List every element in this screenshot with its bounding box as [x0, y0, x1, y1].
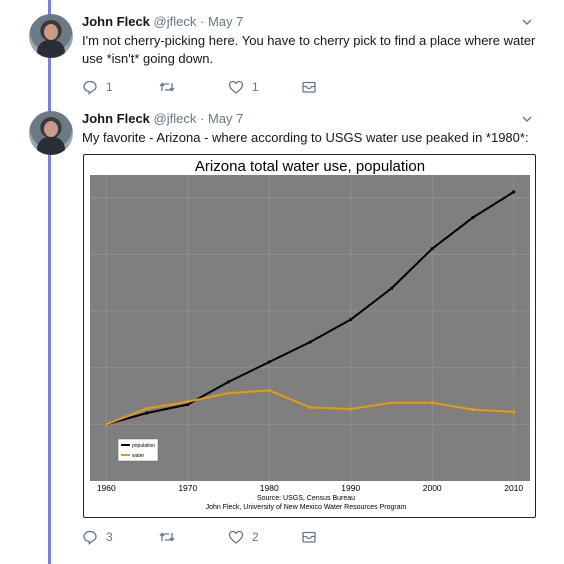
- data-point-population: [349, 317, 353, 322]
- x-tick-label: 1970: [178, 483, 197, 493]
- message-icon: [302, 531, 316, 543]
- tweet-date[interactable]: May 7: [208, 111, 243, 126]
- chart-title: Arizona total water use, population: [195, 158, 425, 175]
- like-count: 1: [252, 80, 259, 94]
- reply-icon: [83, 80, 97, 95]
- chart-image[interactable]: Arizona total water use, population 1960 1…: [83, 154, 536, 518]
- legend-label-population: population: [132, 443, 155, 449]
- x-tick-label: 1990: [341, 483, 360, 493]
- tweet-text: I'm not cherry-picking here. You have to…: [82, 33, 536, 66]
- data-point-water: [104, 422, 108, 426]
- thread-connector-line: [48, 0, 51, 564]
- like-button[interactable]: 1: [228, 78, 259, 96]
- x-tick-label: 1980: [260, 483, 279, 493]
- data-point-population: [145, 411, 149, 415]
- reply-count: 1: [106, 80, 113, 94]
- avatar-body: [37, 137, 65, 155]
- retweet-button[interactable]: [158, 528, 184, 546]
- avatar[interactable]: [29, 111, 73, 155]
- reply-button[interactable]: 3: [82, 528, 113, 546]
- avatar[interactable]: [29, 14, 73, 58]
- x-tick-label: 2000: [423, 483, 442, 493]
- data-point-population: [267, 360, 271, 364]
- message-icon: [302, 81, 316, 93]
- data-point-population: [471, 215, 475, 220]
- tweet-date[interactable]: May 7: [208, 14, 243, 29]
- x-tick-label: 2010: [504, 483, 523, 493]
- like-button[interactable]: 2: [228, 528, 259, 546]
- tweet-actions: 3 2: [82, 528, 382, 546]
- data-point-water: [389, 401, 394, 405]
- author-name[interactable]: John Fleck: [82, 14, 150, 29]
- tweet-header: John Fleck @jfleck · May 7: [82, 111, 243, 127]
- direct-message-button[interactable]: [301, 528, 317, 546]
- legend-label-water: water: [132, 453, 145, 459]
- data-point-population: [186, 402, 190, 407]
- chevron-down-icon[interactable]: [521, 16, 533, 28]
- like-count: 2: [252, 530, 259, 544]
- tweet-header: John Fleck @jfleck · May 7: [82, 14, 243, 30]
- data-point-water: [349, 407, 353, 411]
- tweet-actions: 1 1: [82, 78, 382, 96]
- chevron-down-icon[interactable]: [521, 113, 533, 125]
- direct-message-button[interactable]: [301, 78, 317, 96]
- plot-panel: [90, 175, 530, 481]
- like-icon: [228, 530, 244, 544]
- data-point-population: [389, 286, 394, 290]
- reply-count: 3: [106, 530, 113, 544]
- chart-svg: Arizona total water use, population 1960 1…: [90, 158, 530, 511]
- x-tick-label: 1960: [97, 483, 116, 493]
- avatar-face: [44, 24, 58, 40]
- data-point-water: [226, 391, 231, 395]
- tweet-text: My favorite - Arizona - where according …: [82, 130, 529, 145]
- data-point-water: [267, 388, 271, 392]
- retweet-button[interactable]: [158, 78, 184, 96]
- retweet-icon: [159, 532, 175, 542]
- chart-footer-line: Source: USGS, Census Bureau: [257, 495, 355, 502]
- data-point-water: [145, 406, 149, 411]
- data-point-water: [430, 401, 434, 405]
- separator-dot: ·: [200, 111, 205, 126]
- reply-button[interactable]: 1: [82, 78, 113, 96]
- data-point-population: [512, 190, 516, 194]
- data-point-water: [186, 400, 190, 404]
- data-point-population: [226, 380, 231, 384]
- data-point-population: [308, 340, 312, 344]
- author-name[interactable]: John Fleck: [82, 111, 150, 126]
- reply-icon: [83, 530, 97, 545]
- avatar-body: [37, 40, 65, 58]
- data-point-population: [430, 247, 434, 251]
- avatar-face: [44, 121, 58, 137]
- data-point-water: [471, 408, 475, 412]
- separator-dot: ·: [200, 14, 205, 29]
- author-handle[interactable]: @jfleck: [154, 111, 197, 126]
- like-icon: [228, 80, 244, 94]
- data-point-water: [308, 405, 312, 409]
- retweet-icon: [159, 82, 175, 92]
- data-point-water: [512, 410, 516, 414]
- chart-footer-line: John Fleck, University of New Mexico Wat…: [206, 504, 407, 511]
- author-handle[interactable]: @jfleck: [154, 14, 197, 29]
